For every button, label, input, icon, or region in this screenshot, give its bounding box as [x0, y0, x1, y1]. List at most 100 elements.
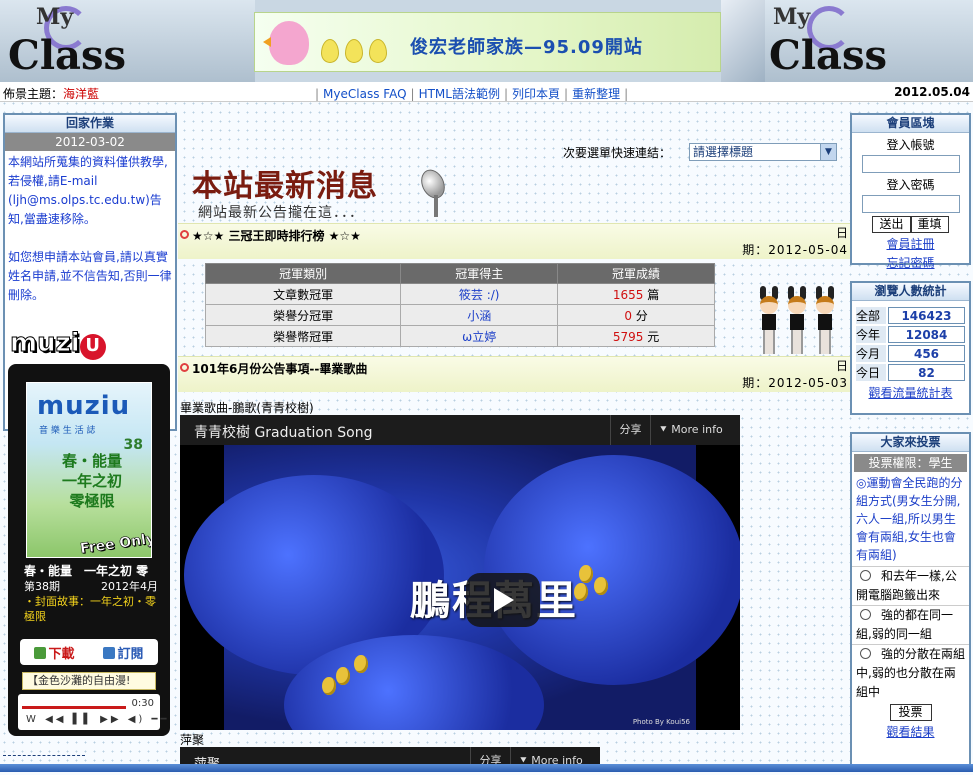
register-link[interactable]: 會員註冊: [852, 235, 969, 252]
magazine-headline: 春・能量 一年之初 零極限: [61, 452, 122, 510]
member-title: 會員區塊: [852, 115, 969, 133]
song-ticker[interactable]: 【金色沙灘的自由漫!: [22, 672, 156, 690]
header-decoration: [721, 0, 765, 82]
stat-value: 82: [888, 364, 965, 381]
muzio-frame: muziu 音 樂 生 活 誌 38 春・能量 一年之初 零極限 Free On…: [8, 364, 170, 736]
myeclass-logo-right[interactable]: My Class: [765, 0, 973, 82]
stat-value: 456: [888, 345, 965, 362]
table-row: 全部 146423: [856, 307, 965, 324]
quick-link-label: 次要選單快速連結：: [563, 146, 672, 160]
main-content: 次要選單快速連結： 請選擇標題 ▼ 本站最新消息 網站最新公告攏在這．．． ★☆★…: [178, 103, 850, 772]
os-taskbar: [0, 764, 973, 772]
magazine-title: muziu: [37, 391, 131, 421]
table-row: 今年 12084: [856, 326, 965, 343]
chevron-down-icon[interactable]: ▼: [820, 144, 836, 160]
subscribe-icon: [103, 646, 116, 659]
post-title[interactable]: 101年6月份公告事項--畢業歌曲: [192, 360, 367, 377]
post-date: 期：2012-05-04: [742, 243, 848, 257]
chick-icon: [263, 21, 309, 65]
player-controls[interactable]: W ◀◀ ▌▌ ▶▶ ◀) ━━: [26, 714, 170, 725]
vote-panel: 大家來投票 投票權限：學生 ◎運動會全民跑的分組方式(男女生分開,六人一組,所以…: [850, 432, 971, 772]
video-title-bar: 青青校樹 Graduation Song 分享 ⯆ More info: [180, 415, 740, 445]
nav-print-link[interactable]: 列印本頁: [512, 87, 560, 101]
vote-option[interactable]: 強的都在同一組,弱的同一組: [852, 605, 969, 644]
egg-icon: [345, 39, 363, 63]
account-input[interactable]: [861, 155, 960, 173]
video-title[interactable]: 青青校樹 Graduation Song: [194, 422, 372, 442]
post-date-label: 日: [835, 226, 848, 240]
player-progress-bar[interactable]: [22, 706, 126, 709]
champion-winner[interactable]: ω立婷: [400, 325, 559, 347]
post-date: 期：2012-05-03: [742, 376, 848, 390]
nav-html-examples-link[interactable]: HTML語法範例: [419, 87, 500, 101]
muzio-logo[interactable]: muzi U: [10, 328, 106, 360]
magazine-info: 春・能量 一年之初 零 第38期 2012年4月 ・封面故事：一年之初・零極限: [24, 564, 158, 624]
more-info-icon: ⯆: [659, 423, 672, 436]
video-frame[interactable]: 鵬程萬里 Photo By Koui56: [184, 445, 740, 730]
champion-score: 5795 元: [557, 325, 715, 347]
magazine-info-head: 春・能量 一年之初 零: [24, 564, 149, 578]
egg-icon: [369, 39, 387, 63]
table-row: 榮譽分冠軍 小涵 0 分: [204, 304, 715, 326]
radio-button[interactable]: [860, 570, 871, 581]
subscribe-button[interactable]: 訂閱: [103, 643, 144, 662]
homework-title: 回家作業: [5, 115, 175, 133]
family-banner: 俊宏老師家族—95.09開站: [254, 12, 721, 72]
song-label: 畢業歌曲-鵬歌(青青校樹): [180, 401, 314, 415]
vote-results-link[interactable]: 觀看結果: [852, 723, 969, 740]
homework-paragraph: 如您想申請本站會員,請以真實姓名申請,並不信告知,否則一律刪除。: [8, 250, 172, 302]
left-column: 回家作業 2012-03-02 本網站所蒐集的資料僅供教學,若侵權,請E-mai…: [0, 103, 180, 772]
radio-button[interactable]: [860, 648, 871, 659]
visitor-stats-panel: 瀏覽人數統計 全部 146423 今年 12084 今月 456 今日 82 觀看流量統…: [850, 281, 971, 415]
toolbar: 佈景主題：海洋藍 | MyeClass FAQ | HTML語法範例 | 列印本頁 | 重新整…: [0, 82, 973, 102]
nav-faq-link[interactable]: MyeClass FAQ: [323, 87, 406, 101]
download-icon: [34, 646, 47, 659]
site-header: My Class 俊宏老師家族—95.09開站 My Class: [0, 0, 973, 82]
magazine-cover[interactable]: muziu 音 樂 生 活 誌 38 春・能量 一年之初 零極限 Free On…: [26, 382, 152, 558]
champion-category: 榮譽幣冠軍: [204, 325, 402, 347]
myeclass-logo-left[interactable]: My Class: [0, 0, 255, 82]
download-button[interactable]: 下載: [34, 643, 75, 662]
post-header: ★☆★ 三冠王即時排行榜 ★☆★ 日 期：2012-05-04: [178, 223, 850, 259]
quick-link-select[interactable]: 請選擇標題 ▼: [689, 143, 837, 161]
stat-label: 今日: [856, 364, 886, 381]
password-label: 登入密碼: [886, 178, 935, 192]
magazine-issue: 第38期: [24, 580, 60, 593]
top-nav: | MyeClass FAQ | HTML語法範例 | 列印本頁 | 重新整理 |: [315, 87, 629, 101]
reset-button[interactable]: 重填: [910, 216, 949, 233]
champion-winner[interactable]: 小涵: [400, 304, 559, 326]
homework-paragraph: 本網站所蒐集的資料僅供教學,若侵權,請E-mail (ljh@ms.olps.t…: [8, 155, 168, 226]
magazine-story: ・封面故事：一年之初・零極限: [24, 595, 156, 623]
table-header: 冠軍成績: [557, 263, 715, 284]
play-button[interactable]: [466, 573, 540, 627]
stat-label: 全部: [856, 307, 886, 324]
theme-value[interactable]: 海洋藍: [63, 87, 99, 101]
logo-class-text: Class: [8, 32, 126, 79]
share-button[interactable]: 分享: [610, 415, 650, 445]
vote-submit-button[interactable]: 投票: [889, 704, 932, 721]
submit-button[interactable]: 送出: [872, 216, 911, 233]
password-input[interactable]: [861, 195, 960, 213]
post-title[interactable]: ★☆★ 三冠王即時排行榜 ★☆★: [192, 227, 361, 244]
right-column: 會員區塊 登入帳號 登入密碼 送出 重填 會員註冊 忘記密碼 瀏覽人數統計 全部 1…: [848, 103, 973, 772]
stat-label: 今月: [856, 345, 886, 362]
magazine-month: 2012年4月: [101, 580, 158, 593]
logo-my-text: My: [36, 4, 74, 30]
champion-table: 冠軍類別 冠軍得主 冠軍成績 文章數冠軍 筱芸 :/) 1655 篇 榮譽分冠軍…: [204, 263, 715, 347]
stats-title: 瀏覽人數統計: [852, 283, 969, 301]
post-header: 101年6月份公告事項--畢業歌曲 日 期：2012-05-03: [178, 356, 850, 392]
champion-winner[interactable]: 筱芸 :/): [400, 283, 559, 305]
forgot-password-link[interactable]: 忘記密碼: [852, 254, 969, 271]
player-time: 0:30: [131, 698, 154, 709]
muzio-buttons: 下載 訂閱: [20, 639, 158, 665]
traffic-stats-link[interactable]: 觀看流量統計表: [852, 384, 969, 401]
table-row: 今日 82: [856, 364, 965, 381]
vote-option[interactable]: 和去年一樣,公開電腦跑籤出來: [852, 566, 969, 605]
vote-permission: 投票權限：學生: [854, 454, 967, 472]
radio-button[interactable]: [860, 609, 871, 620]
vote-option[interactable]: 強的分散在兩組中,弱的也分散在兩組中: [852, 644, 969, 702]
more-info-button[interactable]: ⯆ More info: [650, 415, 740, 445]
nav-refresh-link[interactable]: 重新整理: [572, 87, 620, 101]
news-heading: 本站最新消息: [192, 169, 378, 204]
video-player[interactable]: 鵬程萬里 Photo By Koui56 青青校樹 Graduation Son…: [180, 415, 740, 730]
